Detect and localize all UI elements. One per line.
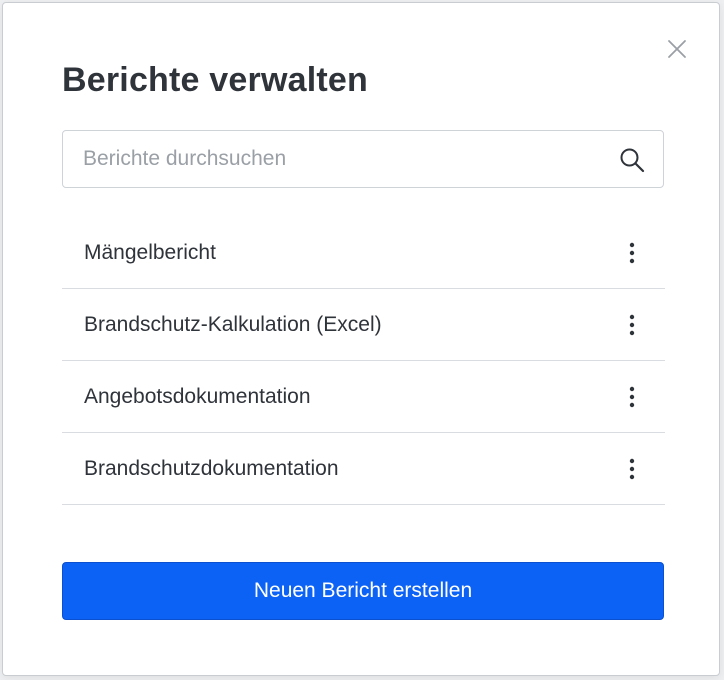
manage-reports-dialog: Berichte verwalten Mängelbericht Brandsc…: [2, 2, 720, 676]
dialog-title: Berichte verwalten: [62, 61, 368, 99]
create-report-button[interactable]: Neuen Bericht erstellen: [62, 562, 664, 620]
report-item-angebotsdokumentation[interactable]: Angebotsdokumentation: [62, 361, 665, 433]
more-vertical-icon[interactable]: [618, 383, 646, 411]
more-vertical-icon[interactable]: [618, 239, 646, 267]
report-list: Mängelbericht Brandschutz-Kalkulation (E…: [62, 217, 665, 505]
report-item-brandschutzdokumentation[interactable]: Brandschutzdokumentation: [62, 433, 665, 505]
search-icon[interactable]: [619, 147, 645, 173]
close-button[interactable]: [665, 37, 689, 61]
report-item-brandschutz-kalkulation[interactable]: Brandschutz-Kalkulation (Excel): [62, 289, 665, 361]
report-label: Brandschutz-Kalkulation (Excel): [84, 313, 382, 336]
more-vertical-icon[interactable]: [618, 311, 646, 339]
report-label: Brandschutzdokumentation: [84, 457, 339, 480]
report-item-maengelbericht[interactable]: Mängelbericht: [62, 217, 665, 289]
search-box: [62, 130, 664, 188]
more-vertical-icon[interactable]: [618, 455, 646, 483]
report-label: Angebotsdokumentation: [84, 385, 311, 408]
close-icon: [668, 40, 686, 58]
report-label: Mängelbericht: [84, 241, 216, 264]
search-input[interactable]: [83, 131, 603, 187]
